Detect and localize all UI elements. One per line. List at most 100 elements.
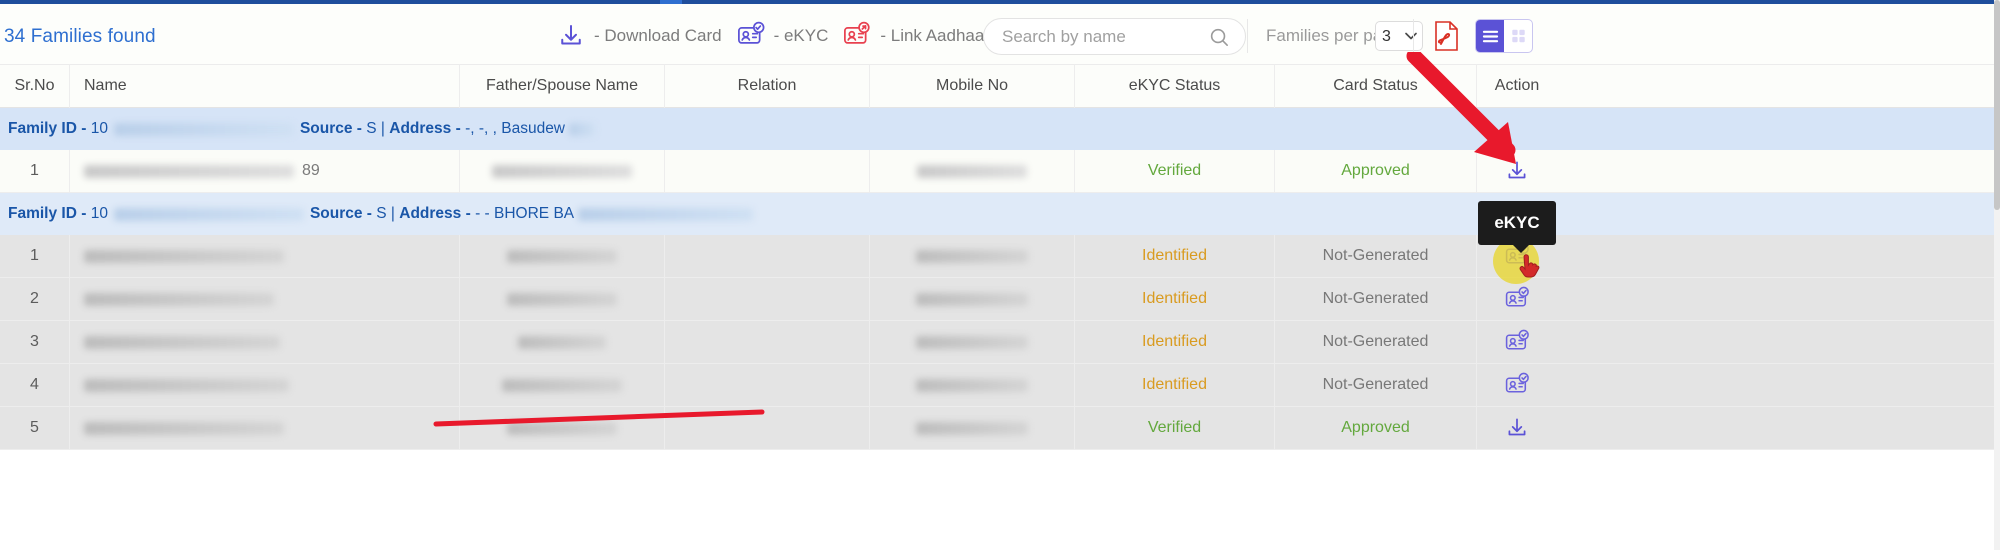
redacted-name — [84, 293, 274, 306]
grid-view-icon[interactable] — [1504, 20, 1532, 52]
cell-card-status: Approved — [1275, 407, 1477, 450]
table-row[interactable]: 1 Identified Not-Generated — [0, 235, 2000, 278]
redacted-address-tail — [569, 123, 595, 136]
cell-mobile-no — [870, 278, 1075, 321]
pdf-export-button[interactable] — [1432, 20, 1460, 52]
redacted-name — [84, 336, 280, 349]
cell-mobile-no — [870, 407, 1075, 450]
family-header-row[interactable]: Family ID - 10 Source - S | Address - - … — [0, 193, 2000, 235]
column-header-sr-no: Sr.No — [0, 64, 70, 108]
search-icon[interactable] — [1208, 26, 1231, 54]
column-header-name: Name — [70, 64, 460, 108]
column-header-father-name: Father/Spouse Name — [460, 64, 665, 108]
family-header-row[interactable]: Family ID - 10 Source - S | Address - -,… — [0, 108, 2000, 150]
cell-card-status: Not-Generated — [1275, 364, 1477, 407]
redacted-father-name — [507, 250, 617, 263]
cell-ekyc-status: Identified — [1075, 321, 1275, 364]
search-box[interactable] — [983, 18, 1246, 55]
cell-ekyc-status: Identified — [1075, 278, 1275, 321]
redacted-mobile — [917, 165, 1027, 178]
source-value: S — [366, 120, 376, 138]
column-header-card-status: Card Status — [1275, 64, 1477, 108]
redacted-mobile — [916, 293, 1028, 306]
address-label: Address - — [389, 120, 461, 138]
cell-relation — [665, 321, 870, 364]
column-header-relation: Relation — [665, 64, 870, 108]
table-row[interactable]: 2 Identified Not-Generated — [0, 278, 2000, 321]
redacted-mobile — [916, 422, 1028, 435]
legend-label-download-card: - Download Card — [594, 26, 722, 46]
legend-label-ekyc: - eKYC — [774, 26, 829, 46]
status-badge-card: Not-Generated — [1323, 376, 1429, 394]
ekyc-card-icon[interactable] — [1503, 371, 1531, 399]
legend-label-link-aadhaar: - Link Aadhaar — [880, 26, 990, 46]
status-badge-ekyc: Identified — [1142, 290, 1207, 308]
cell-mobile-no — [870, 321, 1075, 364]
cell-name — [70, 235, 460, 278]
family-id-label: Family ID - — [8, 120, 86, 138]
table-header-row: Sr.No Name Father/Spouse Name Relation M… — [0, 64, 2000, 108]
cell-card-status: Not-Generated — [1275, 278, 1477, 321]
scrollbar-thumb[interactable] — [1994, 0, 2000, 210]
redacted-father-name — [507, 422, 617, 435]
table-row[interactable]: 1 89 Verified Approved — [0, 150, 2000, 193]
status-badge-card: Not-Generated — [1323, 290, 1429, 308]
source-value: S — [376, 205, 386, 223]
legend-item-download-card: - Download Card — [556, 21, 722, 51]
download-icon[interactable] — [1503, 157, 1531, 185]
cell-father-name — [460, 150, 665, 193]
cell-card-status: Approved — [1275, 150, 1477, 193]
ekyc-card-icon[interactable] — [1503, 285, 1531, 313]
search-input[interactable] — [984, 20, 1184, 53]
cell-mobile-no — [870, 364, 1075, 407]
cell-sr-no: 2 — [0, 278, 70, 321]
cell-action[interactable] — [1477, 150, 1557, 193]
cell-action[interactable] — [1477, 364, 1557, 407]
cell-sr-no: 4 — [0, 364, 70, 407]
redacted-name — [84, 422, 284, 435]
redacted-name — [84, 379, 289, 392]
redacted-address-tail — [578, 208, 753, 221]
families-table: Sr.No Name Father/Spouse Name Relation M… — [0, 64, 2000, 450]
cell-name — [70, 407, 460, 450]
cell-mobile-no — [870, 235, 1075, 278]
family-id-value: 10 — [91, 205, 108, 223]
cell-father-name — [460, 364, 665, 407]
address-value: - - BHORE BA — [475, 205, 574, 223]
cell-father-name — [460, 278, 665, 321]
cell-card-status: Not-Generated — [1275, 321, 1477, 364]
table-row[interactable]: 5 Verified Approved — [0, 407, 2000, 450]
legend-item-ekyc: - eKYC — [736, 21, 829, 51]
cell-ekyc-status: Verified — [1075, 150, 1275, 193]
download-icon — [556, 21, 586, 51]
column-header-mobile-no: Mobile No — [870, 64, 1075, 108]
redacted-name — [84, 250, 284, 263]
ekyc-tooltip: eKYC — [1478, 201, 1556, 245]
cursor-pointer-icon — [1516, 253, 1542, 288]
toolbar: 34 Families found - Download Card — [0, 4, 2000, 64]
status-badge-card: Approved — [1341, 419, 1410, 437]
status-badge-card: Not-Generated — [1323, 247, 1429, 265]
view-mode-toggle[interactable] — [1475, 19, 1533, 53]
source-label: Source - — [310, 205, 372, 223]
redacted-father-name — [507, 293, 617, 306]
families-per-page-select[interactable]: 3 — [1375, 21, 1423, 51]
cell-relation — [665, 407, 870, 450]
scrollbar-track[interactable] — [1994, 0, 2000, 550]
download-icon[interactable] — [1503, 414, 1531, 442]
redacted-family-name — [114, 208, 304, 221]
status-badge-card: Not-Generated — [1323, 333, 1429, 351]
table-row[interactable]: 3 Identified Not-Generated — [0, 321, 2000, 364]
list-view-icon[interactable] — [1476, 20, 1504, 52]
cell-action[interactable] — [1477, 321, 1557, 364]
redacted-mobile — [916, 379, 1028, 392]
cell-relation — [665, 278, 870, 321]
address-label: Address - — [399, 205, 471, 223]
column-header-action: Action — [1477, 64, 1557, 108]
redacted-father-name — [518, 336, 606, 349]
cell-action[interactable] — [1477, 407, 1557, 450]
table-row[interactable]: 4 Identified Not-Generated — [0, 364, 2000, 407]
cell-sr-no: 1 — [0, 235, 70, 278]
cell-relation — [665, 150, 870, 193]
ekyc-card-icon[interactable] — [1503, 328, 1531, 356]
